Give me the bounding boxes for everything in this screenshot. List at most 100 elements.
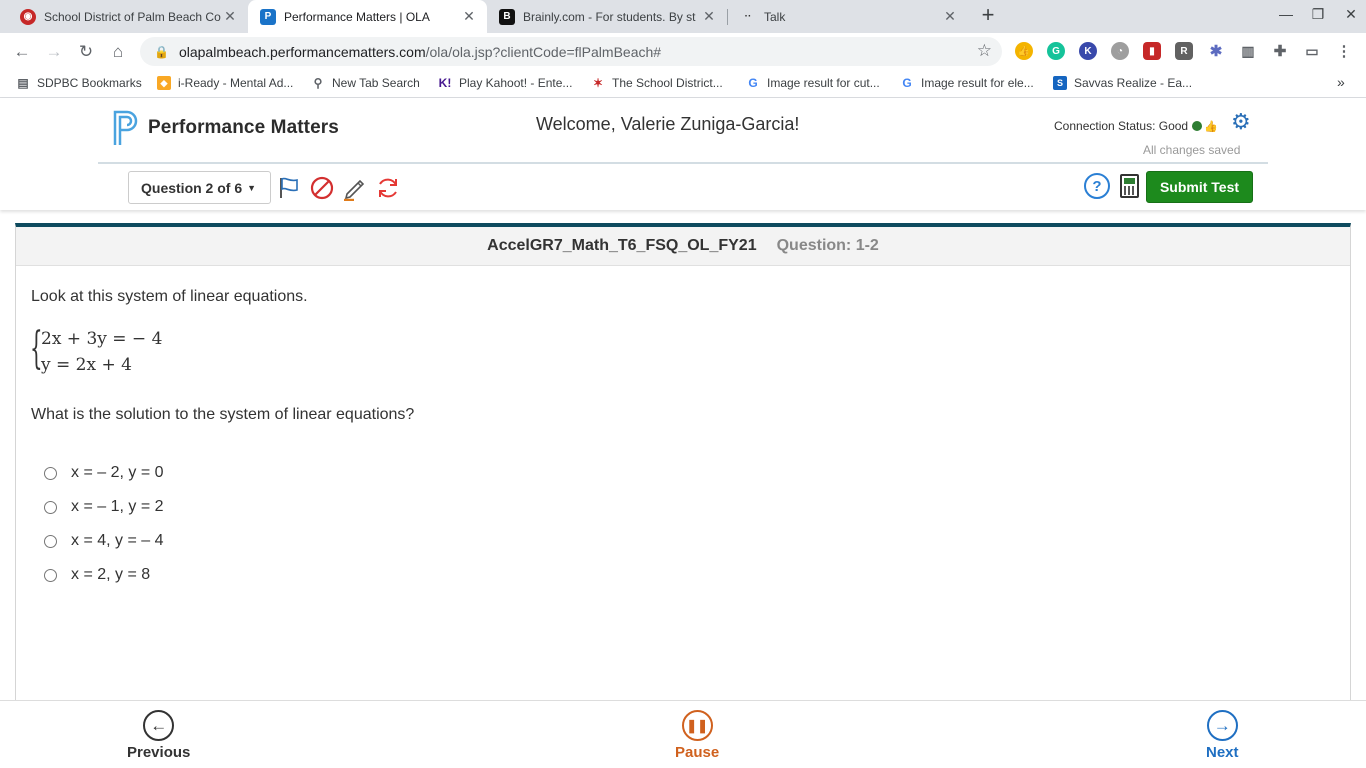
eliminator-button[interactable] [309, 175, 335, 201]
owl-extension-icon[interactable]: ◔ [1111, 42, 1129, 60]
extensions-puzzle-icon[interactable]: ✚ [1271, 42, 1289, 60]
cast-icon[interactable]: ▭ [1303, 42, 1321, 60]
previous-button[interactable]: ← Previous [127, 710, 190, 761]
bookmark-school-district[interactable]: ✶ The School District... [591, 76, 723, 90]
r-extension-icon[interactable]: R [1175, 42, 1193, 60]
radio-button[interactable] [44, 568, 57, 582]
back-button[interactable]: ← [9, 39, 35, 65]
lock-icon: 🔒 [154, 44, 169, 59]
tab-title: Brainly.com - For students. By st [523, 9, 696, 24]
welcome-message: Welcome, Valerie Zuniga-Garcia! [536, 114, 800, 134]
performance-matters-logo: Performance Matters [112, 109, 339, 147]
more-bookmarks-button[interactable]: » [1337, 74, 1345, 90]
equation-2: y = 2x + 4 [41, 355, 132, 375]
book-extension-icon[interactable]: ▮ [1143, 42, 1161, 60]
google-icon: G [902, 76, 912, 90]
pause-label: Pause [675, 744, 720, 761]
home-button[interactable]: ⌂ [105, 39, 131, 65]
bookmark-iready[interactable]: ◆ i-Ready - Mental Ad... [157, 76, 293, 90]
header-divider [98, 162, 1268, 164]
highlighter-button[interactable] [342, 175, 368, 201]
logo-text: Performance Matters [148, 117, 339, 138]
bookmark-label: SDPBC Bookmarks [37, 76, 142, 90]
bookmark-image-result-ele[interactable]: G Image result for ele... [900, 76, 1034, 90]
option-text: x = 4, y = – 4 [71, 532, 164, 549]
connection-status-text: Connection Status: Good [1054, 119, 1189, 133]
browser-tab-sdpbc[interactable]: ◉ School District of Palm Beach Co ✕ [8, 0, 248, 33]
browser-tab-talk[interactable]: ·· Talk ✕ [728, 0, 968, 33]
pause-button[interactable]: ❚❚ Pause [675, 710, 719, 761]
bookmark-savvas[interactable]: S Savvas Realize - Ea... [1053, 76, 1192, 90]
school-district-icon: ✶ [592, 76, 604, 90]
help-button[interactable]: ? [1084, 173, 1110, 199]
pause-icon: ❚❚ [681, 710, 713, 741]
snowflake-extension-icon[interactable]: ✱ [1207, 42, 1225, 60]
thumbs-up-extension-icon[interactable]: 👍 [1015, 42, 1033, 60]
test-name: AccelGR7_Math_T6_FSQ_OL_FY21 [487, 237, 757, 254]
bookmark-kahoot[interactable]: K! Play Kahoot! - Ente... [438, 76, 573, 90]
minimize-button[interactable]: — [1271, 6, 1301, 22]
bookmark-label: New Tab Search [332, 76, 420, 90]
browser-tab-brainly[interactable]: B Brainly.com - For students. By st ✕ [487, 0, 727, 33]
close-icon[interactable]: ✕ [222, 8, 238, 25]
bookmark-label: Image result for cut... [767, 76, 880, 90]
option-text: x = – 2, y = 0 [71, 464, 164, 481]
calculator-button[interactable] [1120, 174, 1139, 198]
chrome-menu-icon[interactable]: ⋮ [1335, 42, 1353, 60]
question-header: AccelGR7_Math_T6_FSQ_OL_FY21 Question: 1… [16, 227, 1350, 266]
bookmark-sdpbc[interactable]: ▤ SDPBC Bookmarks [16, 76, 142, 90]
question-select[interactable]: Question 2 of 6 ▼ [128, 171, 271, 204]
caret-down-icon: ▼ [247, 182, 257, 193]
thumbs-up-icon: 👍 [1204, 120, 1218, 133]
next-button[interactable]: → Next [1206, 710, 1239, 761]
grammarly-extension-icon[interactable]: G [1047, 42, 1065, 60]
savvas-icon: S [1053, 76, 1067, 90]
answer-option-a[interactable]: x = – 2, y = 0 [44, 464, 164, 482]
iready-icon: ◆ [157, 76, 171, 90]
gear-icon[interactable]: ⚙ [1231, 111, 1251, 133]
answer-option-b[interactable]: x = – 1, y = 2 [44, 498, 164, 516]
bookmark-label: The School District... [612, 76, 723, 90]
calculator-icon [1124, 178, 1135, 184]
no-symbol-icon [310, 176, 334, 200]
address-bar[interactable]: 🔒 olapalmbeach.performancematters.com/ol… [140, 37, 1002, 66]
close-icon[interactable]: ✕ [942, 8, 958, 25]
close-icon[interactable]: ✕ [701, 8, 717, 25]
option-text: x = 2, y = 8 [71, 566, 151, 583]
bookmark-label: i-Ready - Mental Ad... [178, 76, 294, 90]
bookmark-star-icon[interactable]: ☆ [977, 41, 992, 61]
kami-extension-icon[interactable]: K [1079, 42, 1097, 60]
question-number: Question: 1-2 [776, 237, 879, 254]
radio-button[interactable] [44, 534, 57, 548]
close-icon[interactable]: ✕ [461, 8, 477, 25]
bookmark-label: Image result for ele... [921, 76, 1034, 90]
pencil-icon [344, 179, 365, 201]
window-close-button[interactable]: ✕ [1336, 6, 1366, 23]
reload-button[interactable]: ↻ [73, 39, 99, 65]
browser-tab-performance-matters[interactable]: P Performance Matters | OLA ✕ [248, 0, 487, 33]
calculator-keys [1124, 186, 1135, 195]
tab-title: School District of Palm Beach Co [44, 9, 221, 24]
next-label: Next [1206, 744, 1239, 761]
bookmark-image-result-cut[interactable]: G Image result for cut... [746, 76, 880, 90]
equation-system: { 2x + 3y = − 4 y = 2x + 4 [30, 324, 180, 382]
restore-button[interactable]: ❐ [1303, 6, 1333, 23]
radio-button[interactable] [44, 500, 57, 514]
browser-toolbar: ← → ↻ ⌂ 🔒 olapalmbeach.performancematter… [0, 33, 1366, 70]
answer-option-c[interactable]: x = 4, y = – 4 [44, 532, 164, 550]
submit-test-button[interactable]: Submit Test [1146, 171, 1253, 203]
new-tab-button[interactable]: + [976, 4, 1000, 28]
refresh-icon [379, 178, 397, 198]
bookmark-new-tab-search[interactable]: ⚲ New Tab Search [311, 76, 420, 90]
answer-option-d[interactable]: x = 2, y = 8 [44, 566, 150, 584]
reset-button[interactable] [375, 175, 401, 201]
brainly-icon: B [499, 8, 515, 25]
question-stem: Look at this system of linear equations. [31, 288, 308, 305]
reading-list-icon[interactable]: ▥ [1239, 42, 1257, 60]
performance-matters-icon: P [260, 8, 276, 25]
flag-button[interactable] [276, 175, 302, 201]
radio-button[interactable] [44, 466, 57, 480]
footer-nav: ← Previous ❚❚ Pause → Next [0, 700, 1366, 768]
bookmark-label: Savvas Realize - Ea... [1074, 76, 1193, 90]
forward-button[interactable]: → [41, 39, 67, 65]
